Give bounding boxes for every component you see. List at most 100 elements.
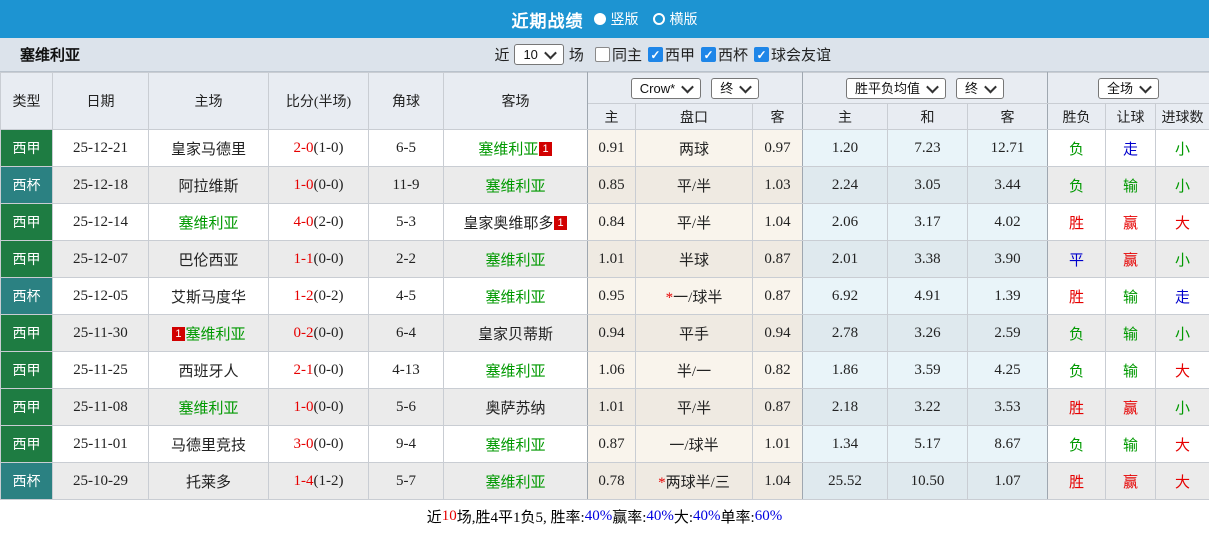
corners-cell: 4-13: [368, 351, 444, 389]
mean-home-odds: 1.34: [802, 425, 888, 463]
result-handicap: 赢: [1105, 462, 1157, 500]
mean-away-odds: 8.67: [966, 425, 1049, 463]
radio-icon[interactable]: [593, 13, 606, 25]
handicap-away-odds: 1.01: [752, 425, 803, 463]
mean-home-odds: 2.24: [802, 166, 888, 204]
chevron-down-icon: [739, 80, 753, 93]
layout-radio-option[interactable]: 横版: [652, 9, 698, 29]
league-filter-checkboxes: 同主 ✓ 西甲 ✓ 西杯 ✓ 球会友谊: [589, 44, 831, 65]
result-goals: 小: [1155, 388, 1209, 426]
checkbox-icon[interactable]: [594, 47, 610, 62]
radio-icon[interactable]: [652, 13, 665, 25]
chevron-down-icon: [1139, 80, 1152, 93]
result-goals: 小: [1155, 166, 1209, 204]
chevron-down-icon: [984, 80, 997, 93]
result-handicap: 赢: [1105, 388, 1157, 426]
card-badge: 1: [172, 326, 185, 341]
away-team: 奥萨苏纳: [443, 388, 588, 426]
handicap-line: 平/半: [635, 203, 753, 241]
mean-draw-odds: 3.59: [887, 351, 968, 389]
mean-draw-odds: 3.26: [887, 314, 968, 352]
chevron-down-icon: [681, 80, 695, 93]
result-wdl: 胜: [1047, 388, 1107, 426]
chevron-down-icon: [544, 46, 557, 60]
checkbox-label: 球会友谊: [770, 48, 831, 64]
summary-segment: 60%: [754, 507, 783, 524]
handicap-away-odds: 0.97: [752, 129, 803, 167]
handicap-period-select[interactable]: 终: [711, 77, 760, 99]
handicap-line: *一/球半: [635, 277, 753, 315]
scope-select[interactable]: 全场: [1098, 77, 1160, 99]
result-wdl: 胜: [1047, 462, 1107, 500]
mean-draw-odds: 3.05: [887, 166, 968, 204]
team-link: 塞维利亚: [485, 474, 546, 491]
match-row: 西甲 25-11-01 马德里竞技 3-0(0-0) 9-4 塞维利亚 0.87…: [0, 425, 1209, 463]
result-handicap: 赢: [1105, 240, 1157, 278]
summary-segment: 单率:: [720, 509, 755, 526]
handicap-away-odds: 0.87: [752, 277, 803, 315]
mean-draw-odds: 3.22: [887, 388, 968, 426]
league-type-badge: 西甲: [0, 388, 53, 426]
handicap-line: 半/一: [635, 351, 753, 389]
bookmaker-select[interactable]: Crow*: [630, 77, 702, 99]
home-team: 皇家马德里: [148, 129, 269, 167]
mean-odds-select[interactable]: 胜平负均值: [846, 77, 947, 99]
home-team: 艾斯马度华: [148, 277, 269, 315]
result-goals: 小: [1155, 314, 1209, 352]
team-link: 奥萨苏纳: [485, 400, 546, 417]
corners-cell: 5-7: [368, 462, 444, 500]
mean-away-odds: 4.02: [966, 203, 1049, 241]
layout-radio-selected[interactable]: 竖版: [593, 9, 639, 29]
team-link: 塞维利亚: [485, 437, 546, 454]
mean-home-odds: 2.06: [802, 203, 888, 241]
handicap-away-odds: 0.87: [752, 240, 803, 278]
handicap-away-odds: 0.82: [752, 351, 803, 389]
summary-footer: 近 10 场,胜4平1负5, 胜率: 40% 赢率: 40% 大: 40% 单率: 60%: [0, 500, 1209, 532]
score-cell: 0-2(0-0): [268, 314, 369, 352]
mean-home-odds: 1.20: [802, 129, 888, 167]
match-row: 西甲 25-12-14 塞维利亚 4-0(2-0) 5-3 皇家奥维耶多 1 0.…: [0, 203, 1209, 241]
checkbox-icon[interactable]: ✓: [700, 47, 716, 62]
team-link: 塞维利亚: [178, 215, 239, 232]
col-header-type: 类型: [0, 72, 53, 130]
col-header-handicap-home: 主: [587, 103, 636, 130]
team-link: 皇家马德里: [170, 141, 246, 158]
matches-label: 场: [568, 48, 584, 64]
mean-draw-odds: 3.17: [887, 203, 968, 241]
away-team: 塞维利亚: [443, 351, 588, 389]
mean-away-odds: 2.59: [966, 314, 1049, 352]
card-badge: 1: [539, 141, 552, 156]
handicap-line: 两球: [635, 129, 753, 167]
handicap-home-odds: 1.06: [587, 351, 636, 389]
handicap-home-odds: 0.94: [587, 314, 636, 352]
mean-away-odds: 3.53: [966, 388, 1049, 426]
result-handicap: 输: [1105, 166, 1157, 204]
result-handicap: 走: [1105, 129, 1157, 167]
mean-away-odds: 3.90: [966, 240, 1049, 278]
bookmaker-select-value: Crow*: [639, 80, 676, 96]
corners-cell: 5-6: [368, 388, 444, 426]
checkbox-label: 西甲: [664, 48, 695, 64]
match-count-select[interactable]: 10: [514, 44, 564, 65]
checkbox-icon[interactable]: ✓: [647, 47, 663, 62]
summary-segment: 赢率:: [612, 509, 647, 526]
radio-label: 横版: [669, 11, 698, 27]
result-goals: 大: [1155, 425, 1209, 463]
col-header-away: 客场: [443, 72, 588, 130]
mean-away-odds: 12.71: [966, 129, 1049, 167]
home-team: 1 塞维利亚: [148, 314, 269, 352]
col-header-date: 日期: [52, 72, 149, 130]
summary-segment: 大:: [673, 509, 694, 526]
checkbox-icon[interactable]: ✓: [753, 47, 769, 62]
corners-cell: 11-9: [368, 166, 444, 204]
mean-period-select[interactable]: 终: [956, 77, 1005, 99]
home-team: 阿拉维斯: [148, 166, 269, 204]
home-team: 西班牙人: [148, 351, 269, 389]
result-wdl: 胜: [1047, 277, 1107, 315]
mean-draw-odds: 4.91: [887, 277, 968, 315]
league-type-badge: 西甲: [0, 314, 53, 352]
score-cell: 2-0(1-0): [268, 129, 369, 167]
scope-select-value: 全场: [1107, 80, 1134, 96]
handicap-line: 平/半: [635, 388, 753, 426]
summary-segment: 场,胜4平1负5, 胜率:: [456, 509, 585, 526]
